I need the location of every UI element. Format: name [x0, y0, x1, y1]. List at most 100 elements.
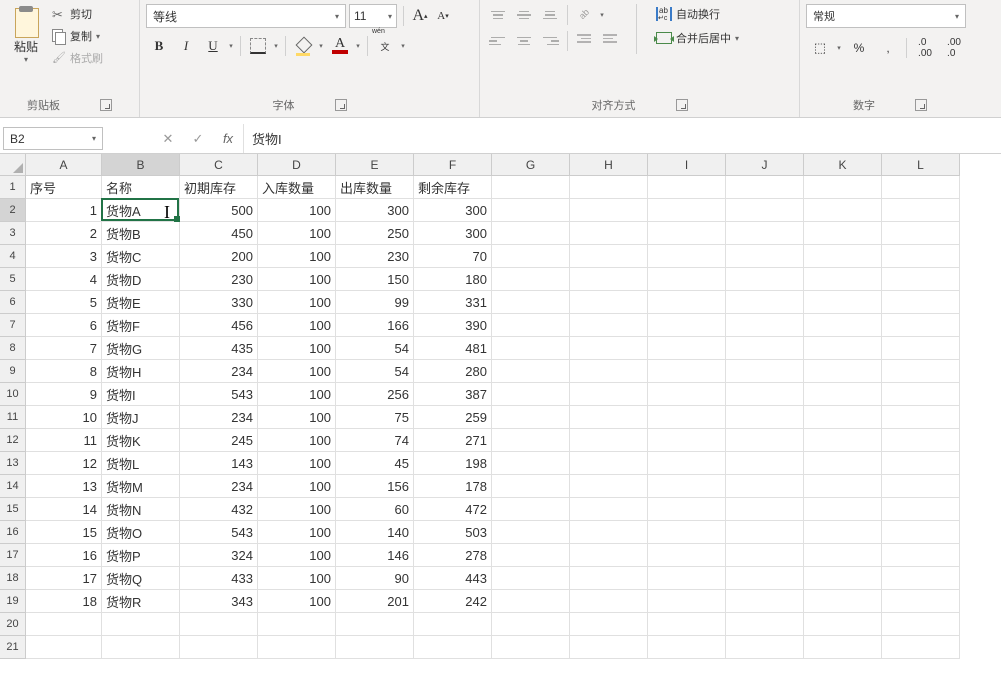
- cell[interactable]: 201: [336, 590, 414, 613]
- cell[interactable]: [570, 383, 648, 406]
- align-center-button[interactable]: [512, 30, 536, 52]
- row-header-17[interactable]: 17: [0, 544, 26, 567]
- cell[interactable]: 300: [414, 199, 492, 222]
- cell[interactable]: 货物A: [102, 199, 180, 222]
- cell[interactable]: 99: [336, 291, 414, 314]
- cell[interactable]: [570, 636, 648, 659]
- cell[interactable]: 11: [26, 429, 102, 452]
- cancel-formula-button[interactable]: ✕: [153, 124, 183, 153]
- comma-button[interactable]: ,: [874, 36, 902, 60]
- cell[interactable]: [492, 222, 570, 245]
- cell[interactable]: 234: [180, 406, 258, 429]
- cell[interactable]: 543: [180, 383, 258, 406]
- cell[interactable]: [570, 590, 648, 613]
- cell[interactable]: 472: [414, 498, 492, 521]
- row-header-15[interactable]: 15: [0, 498, 26, 521]
- cell[interactable]: 货物G: [102, 337, 180, 360]
- cell[interactable]: [492, 268, 570, 291]
- name-box[interactable]: B2 ▾: [3, 127, 103, 150]
- cell[interactable]: [882, 222, 960, 245]
- formula-input[interactable]: 货物I: [243, 124, 1001, 153]
- cell[interactable]: [570, 613, 648, 636]
- cell[interactable]: [492, 452, 570, 475]
- cell[interactable]: [648, 636, 726, 659]
- row-header-10[interactable]: 10: [0, 383, 26, 406]
- cell[interactable]: [804, 383, 882, 406]
- cell[interactable]: 货物E: [102, 291, 180, 314]
- cell[interactable]: 100: [258, 383, 336, 406]
- cell[interactable]: [726, 429, 804, 452]
- decrease-font-button[interactable]: A▾: [433, 5, 453, 27]
- cell[interactable]: 54: [336, 360, 414, 383]
- cell[interactable]: [180, 613, 258, 636]
- cell[interactable]: 331: [414, 291, 492, 314]
- dialog-launcher-number[interactable]: [915, 99, 927, 111]
- cell[interactable]: [570, 291, 648, 314]
- row-header-3[interactable]: 3: [0, 222, 26, 245]
- cells-area[interactable]: 序号名称初期库存入库数量出库数量剩余库存1货物A5001003003002货物B…: [26, 176, 960, 659]
- fill-color-dropdown[interactable]: ▾: [316, 42, 326, 50]
- cell[interactable]: [804, 636, 882, 659]
- bold-button[interactable]: B: [146, 34, 172, 58]
- row-header-4[interactable]: 4: [0, 245, 26, 268]
- cell[interactable]: [882, 636, 960, 659]
- cell[interactable]: 12: [26, 452, 102, 475]
- cell[interactable]: 100: [258, 360, 336, 383]
- cell[interactable]: 390: [414, 314, 492, 337]
- row-header-7[interactable]: 7: [0, 314, 26, 337]
- cell[interactable]: [882, 291, 960, 314]
- cell[interactable]: 543: [180, 521, 258, 544]
- cell[interactable]: [804, 291, 882, 314]
- align-right-button[interactable]: [538, 30, 562, 52]
- cell[interactable]: [804, 452, 882, 475]
- cell[interactable]: [804, 613, 882, 636]
- align-middle-button[interactable]: [512, 4, 536, 26]
- number-format-select[interactable]: 常规 ▾: [806, 4, 966, 28]
- cell[interactable]: 入库数量: [258, 176, 336, 199]
- cell[interactable]: [804, 429, 882, 452]
- cell[interactable]: 17: [26, 567, 102, 590]
- cell[interactable]: 名称: [102, 176, 180, 199]
- cell[interactable]: [648, 452, 726, 475]
- cell[interactable]: [492, 199, 570, 222]
- cell[interactable]: 45: [336, 452, 414, 475]
- cell[interactable]: [26, 636, 102, 659]
- cut-button[interactable]: 剪切: [48, 4, 107, 24]
- cell[interactable]: 90: [336, 567, 414, 590]
- row-header-8[interactable]: 8: [0, 337, 26, 360]
- dialog-launcher-alignment[interactable]: [676, 99, 688, 111]
- cell[interactable]: 500: [180, 199, 258, 222]
- cell[interactable]: [492, 360, 570, 383]
- dialog-launcher-font[interactable]: [335, 99, 347, 111]
- font-name-select[interactable]: 等线 ▾: [146, 4, 346, 28]
- cell[interactable]: 货物I: [102, 383, 180, 406]
- select-all-corner[interactable]: [0, 154, 26, 176]
- cell[interactable]: [882, 199, 960, 222]
- cell[interactable]: [570, 429, 648, 452]
- cell[interactable]: [180, 636, 258, 659]
- cell[interactable]: [648, 406, 726, 429]
- cell[interactable]: [258, 613, 336, 636]
- cell[interactable]: 6: [26, 314, 102, 337]
- cell[interactable]: 100: [258, 406, 336, 429]
- cell[interactable]: [726, 521, 804, 544]
- cell[interactable]: [726, 268, 804, 291]
- cell[interactable]: 234: [180, 360, 258, 383]
- cell[interactable]: [882, 452, 960, 475]
- cell[interactable]: 货物F: [102, 314, 180, 337]
- accounting-format-button[interactable]: ⬚: [806, 36, 834, 60]
- cell[interactable]: 180: [414, 268, 492, 291]
- cell[interactable]: [648, 360, 726, 383]
- accept-formula-button[interactable]: ✓: [183, 124, 213, 153]
- cell[interactable]: [726, 360, 804, 383]
- cell[interactable]: [882, 406, 960, 429]
- cell[interactable]: 货物D: [102, 268, 180, 291]
- cell[interactable]: 100: [258, 475, 336, 498]
- cell[interactable]: [258, 636, 336, 659]
- cell[interactable]: [882, 176, 960, 199]
- cell[interactable]: 100: [258, 337, 336, 360]
- cell[interactable]: [492, 475, 570, 498]
- cell[interactable]: 200: [180, 245, 258, 268]
- cell[interactable]: [882, 613, 960, 636]
- decrease-decimal-button[interactable]: .00.0: [940, 36, 968, 60]
